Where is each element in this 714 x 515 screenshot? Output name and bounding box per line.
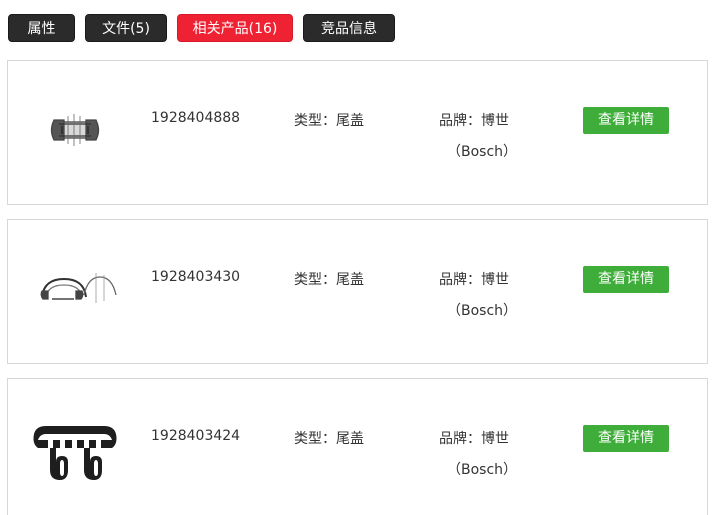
tab-attributes[interactable]: 属性 (8, 14, 75, 42)
product-image[interactable] (16, 404, 126, 494)
tab-files[interactable]: 文件(5) (85, 14, 167, 42)
view-details-button[interactable]: 查看详情 (583, 425, 669, 452)
product-image[interactable] (16, 86, 126, 176)
tab-competitor-info[interactable]: 竞品信息 (303, 14, 395, 42)
product-card: 1928404888 类型：尾盖 品牌：博世 （Bosch） 查看详情 (7, 60, 708, 205)
product-type: 类型：尾盖 (294, 113, 364, 129)
view-details-button[interactable]: 查看详情 (583, 107, 669, 134)
product-brand: 品牌：博世 (439, 272, 509, 288)
end-cover-part-icon (40, 273, 117, 303)
view-details-button[interactable]: 查看详情 (583, 266, 669, 293)
tab-bar: 属性 文件(5) 相关产品(16) 竞品信息 (8, 14, 395, 42)
product-brand: 品牌：博世 (439, 431, 509, 447)
product-list: 1928404888 类型：尾盖 品牌：博世 （Bosch） 查看详情 1928… (7, 60, 708, 515)
part-number: 1928403424 (151, 428, 241, 444)
product-brand-sub: （Bosch） (447, 462, 518, 478)
part-number: 1928404888 (151, 110, 241, 126)
product-image[interactable] (16, 245, 126, 335)
product-brand-sub: （Bosch） (447, 303, 518, 319)
product-card: 1928403424 类型：尾盖 品牌：博世 （Bosch） 查看详情 (7, 378, 708, 515)
product-brand: 品牌：博世 (439, 113, 509, 129)
product-card: 1928403430 类型：尾盖 品牌：博世 （Bosch） 查看详情 (7, 219, 708, 364)
end-cover-part-icon (50, 114, 100, 146)
product-type: 类型：尾盖 (294, 431, 364, 447)
product-type: 类型：尾盖 (294, 272, 364, 288)
product-brand-sub: （Bosch） (447, 144, 518, 160)
part-number: 1928403430 (151, 269, 241, 285)
tab-related-products[interactable]: 相关产品(16) (177, 14, 293, 42)
end-cover-part-icon (33, 426, 117, 480)
